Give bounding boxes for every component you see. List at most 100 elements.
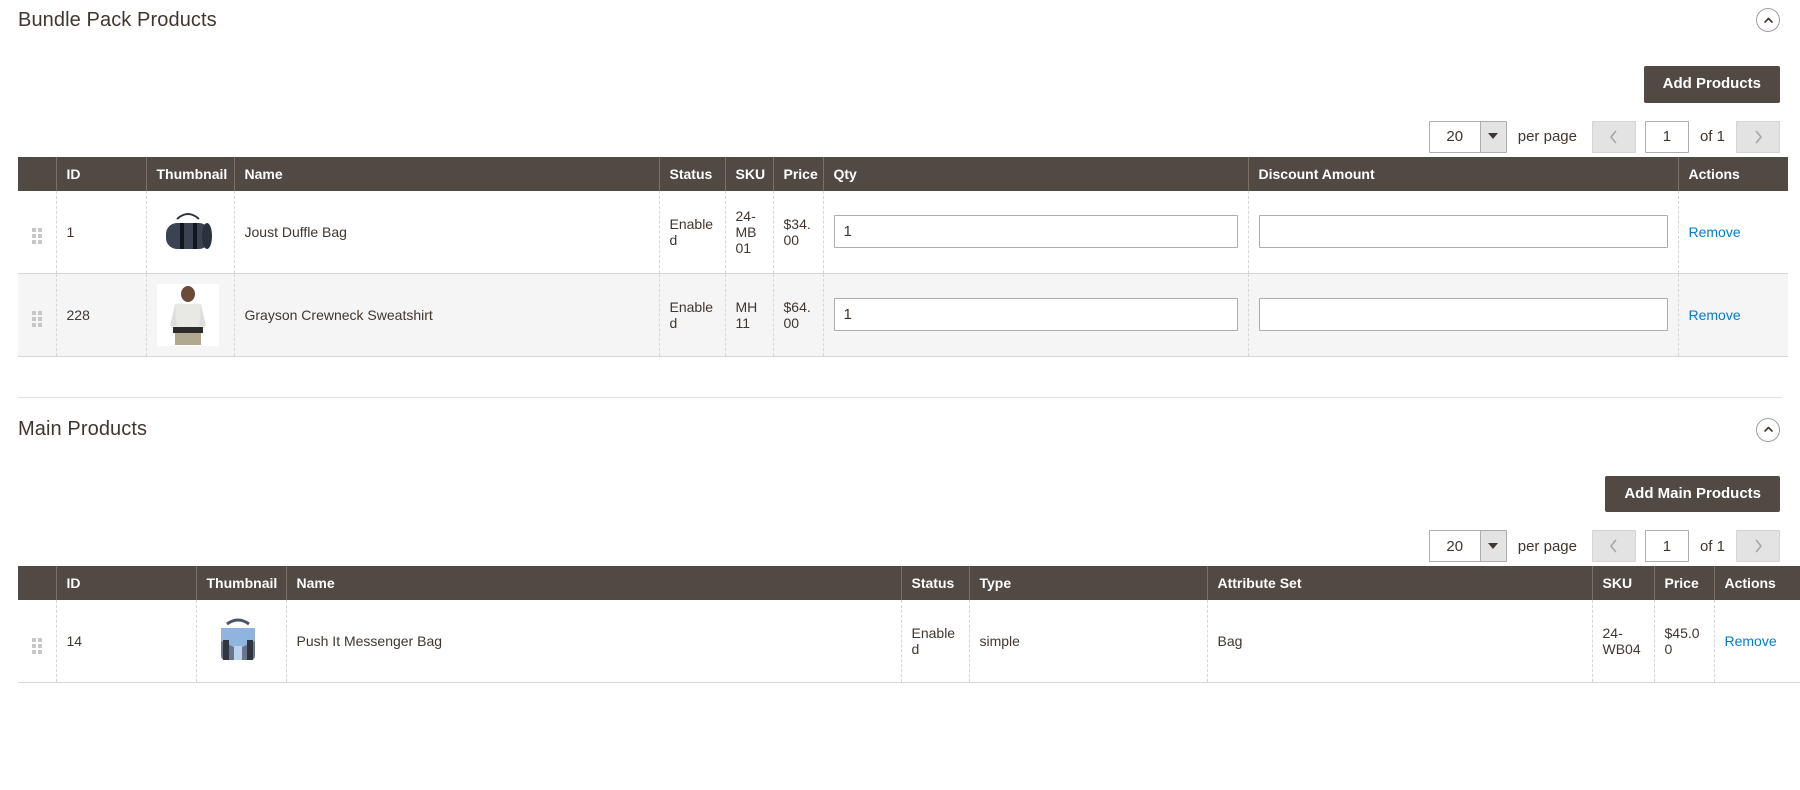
bundle-header-qty: Qty (823, 156, 1249, 191)
table-row: 14 Push It Messenger Bag Enabled simple … (18, 600, 1800, 683)
bundle-row-thumbnail-cell (146, 190, 235, 274)
main-row-type: simple (969, 600, 1208, 683)
bundle-header-status: Status (659, 156, 726, 191)
messenger-bag-thumbnail (206, 610, 269, 672)
chevron-up-circle-icon[interactable] (1756, 417, 1780, 442)
main-pagination: 20 per page of 1 (0, 526, 1800, 566)
bundle-header-discount-amount: Discount Amount (1248, 156, 1679, 191)
main-row-status: Enabled (901, 600, 970, 683)
bundle-row-status: Enabled (659, 273, 726, 357)
bundle-row-discount-cell (1248, 273, 1679, 357)
discount-amount-input[interactable] (1258, 298, 1668, 331)
duffle-bag-thumbnail (156, 200, 219, 263)
bundle-row-drag-handle-cell[interactable] (18, 190, 57, 274)
main-header-price: Price (1654, 566, 1715, 600)
main-add-products-row: Add Main Products (0, 475, 1800, 512)
main-page-input[interactable] (1644, 530, 1689, 562)
main-header-sku: SKU (1592, 566, 1655, 600)
bundle-row-thumbnail-cell (146, 273, 235, 357)
main-header-status: Status (901, 566, 970, 600)
main-row-drag-handle-cell[interactable] (18, 600, 57, 683)
main-row-actions-cell: Remove (1714, 600, 1800, 683)
main-header-thumbnail: Thumbnail (196, 566, 287, 600)
bundle-row-sku: 24-MB01 (725, 190, 774, 274)
main-header-attribute-set: Attribute Set (1207, 566, 1593, 600)
main-row-thumbnail-cell (196, 600, 287, 683)
discount-amount-input[interactable] (1258, 215, 1668, 248)
bundle-page-input[interactable] (1644, 120, 1689, 153)
bundle-header-sku: SKU (725, 156, 774, 191)
bundle-pagination: 20 per page of 1 (0, 117, 1800, 157)
chevron-down-icon[interactable] (1479, 531, 1506, 561)
main-products-table: ID Thumbnail Name Status Type Attribute … (18, 566, 1800, 683)
main-header-id: ID (56, 566, 197, 600)
chevron-up-circle-icon[interactable] (1756, 8, 1780, 32)
qty-input[interactable] (833, 298, 1238, 331)
bundle-per-page-label: per page (1517, 128, 1577, 145)
bundle-row-discount-cell (1248, 190, 1679, 274)
main-row-sku: 24-WB04 (1592, 600, 1655, 683)
bundle-header-name: Name (234, 156, 660, 191)
bundle-page-total-label: of 1 (1699, 128, 1725, 145)
bundle-section-header: Bundle Pack Products (0, 0, 1800, 40)
main-row-id: 14 (56, 600, 197, 683)
remove-link[interactable]: Remove (1689, 307, 1741, 323)
bundle-products-grid-wrapper: ID Thumbnail Name Status SKU Price Qty D… (0, 156, 1800, 357)
bundle-row-price: $64.00 (773, 273, 824, 357)
bundle-header-id: ID (56, 156, 147, 191)
main-row-name: Push It Messenger Bag (286, 600, 902, 683)
main-header-handle (18, 566, 57, 600)
bundle-row-drag-handle-cell[interactable] (18, 273, 57, 357)
bundle-row-name: Joust Duffle Bag (234, 190, 660, 274)
table-row: 1 Joust Duffle Bag Enabled 24-MB01 $34.0… (18, 190, 1788, 274)
main-per-page-select[interactable]: 20 (1428, 530, 1507, 562)
main-per-page-value: 20 (1429, 531, 1480, 561)
bundle-row-status: Enabled (659, 190, 726, 274)
main-per-page-label: per page (1517, 537, 1577, 555)
add-main-products-button[interactable]: Add Main Products (1605, 475, 1780, 512)
drag-handle-icon[interactable] (31, 637, 42, 654)
bundle-header-handle (18, 156, 57, 191)
bundle-products-table: ID Thumbnail Name Status SKU Price Qty D… (18, 156, 1788, 357)
bundle-row-actions-cell: Remove (1678, 190, 1788, 274)
main-row-price: $45.00 (1654, 600, 1715, 683)
bundle-row-name: Grayson Crewneck Sweatshirt (234, 273, 660, 357)
bundle-add-products-row: Add Products (0, 66, 1800, 103)
remove-link[interactable]: Remove (1689, 224, 1741, 240)
main-header-name: Name (286, 566, 902, 600)
remove-link[interactable]: Remove (1725, 633, 1777, 649)
bundle-table-header-row: ID Thumbnail Name Status SKU Price Qty D… (18, 156, 1788, 191)
main-next-page-button[interactable] (1736, 530, 1780, 562)
drag-handle-icon[interactable] (31, 228, 42, 244)
main-products-grid-wrapper: ID Thumbnail Name Status Type Attribute … (0, 566, 1800, 683)
bundle-header-price: Price (773, 156, 824, 191)
bundle-per-page-value: 20 (1429, 121, 1480, 152)
bundle-section-title: Bundle Pack Products (18, 8, 217, 31)
chevron-down-icon[interactable] (1479, 121, 1506, 152)
bundle-header-thumbnail: Thumbnail (146, 156, 235, 191)
bundle-row-id: 1 (56, 190, 147, 274)
main-section-title: Main Products (18, 418, 148, 440)
bundle-row-id: 228 (56, 273, 147, 357)
main-page-total-label: of 1 (1699, 537, 1725, 555)
bundle-products-page: Bundle Pack Products Add Products 20 per… (0, 0, 1800, 790)
drag-handle-icon[interactable] (31, 311, 42, 327)
main-prev-page-button[interactable] (1591, 530, 1636, 562)
bundle-row-actions-cell: Remove (1678, 273, 1788, 357)
bundle-row-sku: MH11 (725, 273, 774, 357)
table-row: 228 Grayson Crewneck Sweatshirt Enabled … (18, 273, 1788, 357)
main-header-type: Type (969, 566, 1208, 600)
main-row-attribute-set: Bag (1207, 600, 1593, 683)
add-products-button[interactable]: Add Products (1643, 66, 1780, 103)
main-section-header: Main Products (0, 410, 1800, 450)
sweatshirt-thumbnail (156, 283, 219, 346)
main-header-actions: Actions (1714, 566, 1800, 600)
qty-input[interactable] (833, 215, 1238, 248)
bundle-next-page-button[interactable] (1736, 120, 1780, 153)
bundle-row-qty-cell (823, 190, 1249, 274)
section-divider (18, 396, 1782, 398)
bundle-prev-page-button[interactable] (1591, 120, 1636, 153)
main-table-header-row: ID Thumbnail Name Status Type Attribute … (18, 566, 1800, 600)
bundle-per-page-select[interactable]: 20 (1428, 120, 1507, 153)
bundle-row-price: $34.00 (773, 190, 824, 274)
